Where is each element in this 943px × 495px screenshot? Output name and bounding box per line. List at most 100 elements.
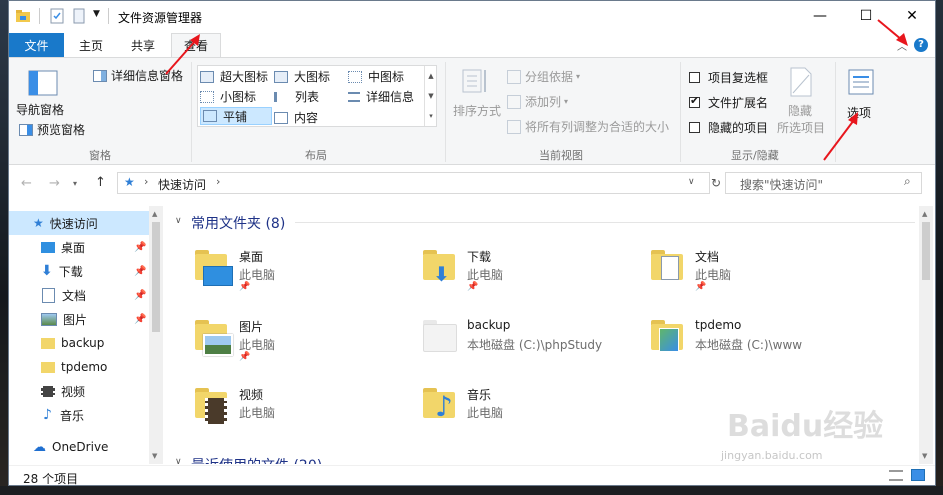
recent-locations-chevron-icon[interactable]: ▾ bbox=[73, 179, 77, 188]
layout-list[interactable]: 列表 bbox=[274, 88, 319, 105]
details-icon bbox=[348, 91, 360, 102]
list-icon bbox=[274, 91, 289, 102]
new-folder-icon[interactable] bbox=[71, 8, 87, 24]
layout-content[interactable]: 内容 bbox=[274, 109, 318, 126]
nav-item-label: 快速访问 bbox=[49, 216, 98, 231]
tab-home[interactable]: 主页 bbox=[67, 33, 115, 57]
nav-item-backup[interactable]: backup bbox=[9, 331, 149, 355]
scroll-down-icon[interactable]: ▼ bbox=[152, 452, 157, 460]
qat-customize-chevron-icon[interactable]: ▼ bbox=[93, 9, 100, 19]
nav-pane-button[interactable]: 导航窗格 bbox=[13, 62, 73, 120]
scroll-up-icon[interactable]: ▲ bbox=[152, 210, 157, 218]
sort-by-icon bbox=[462, 69, 486, 93]
preview-pane-button[interactable]: 预览窗格 bbox=[19, 121, 85, 138]
tab-file[interactable]: 文件 bbox=[9, 33, 64, 57]
nav-item-label: tpdemo bbox=[61, 360, 108, 374]
navigation-pane: ★ 快速访问 桌面 📌 ⬇ 下载 📌 文档 📌 图片 📌 backup tpde… bbox=[9, 206, 165, 464]
layout-details[interactable]: 详细信息 bbox=[348, 88, 414, 105]
nav-item-videos[interactable]: 视频 bbox=[9, 379, 149, 403]
search-input[interactable]: 搜索"快速访问" bbox=[740, 176, 823, 193]
download-arrow-icon: ⬇ bbox=[41, 263, 53, 279]
section2-title[interactable]: 最近使用的文件 (20) bbox=[191, 455, 322, 464]
folder-tile-desktop[interactable]: 桌面 此电脑 📌 bbox=[193, 246, 413, 308]
preview-pane-label: 预览窗格 bbox=[37, 123, 86, 137]
section-title[interactable]: 常用文件夹 (8) bbox=[191, 213, 285, 233]
pin-icon[interactable]: 📌 bbox=[134, 242, 146, 253]
content-scrollbar[interactable]: ▲ ▼ bbox=[919, 206, 933, 464]
nav-item-label: backup bbox=[61, 336, 105, 350]
fit-columns-button[interactable]: 将所有列调整为合适的大小 bbox=[507, 118, 669, 135]
item-checkbox-toggle[interactable]: 项目复选框 bbox=[689, 69, 768, 86]
nav-item-pictures[interactable]: 图片 📌 bbox=[9, 307, 149, 331]
folder-tile-videos[interactable]: 视频 此电脑 bbox=[193, 384, 413, 446]
nav-item-quick-access[interactable]: ★ 快速访问 bbox=[9, 211, 149, 235]
refresh-icon[interactable]: ↻ bbox=[711, 172, 725, 194]
details-view-icon[interactable] bbox=[889, 470, 903, 481]
folder-tile-backup[interactable]: backup 本地磁盘 (C:)\phpStudy bbox=[421, 316, 641, 378]
address-dropdown-chevron-icon[interactable]: ∨ bbox=[688, 177, 695, 187]
folder-tile-documents[interactable]: 文档 此电脑 📌 bbox=[649, 246, 869, 308]
back-arrow-icon[interactable]: ← bbox=[21, 176, 32, 191]
app-file-icon bbox=[659, 328, 679, 352]
file-extension-checkbox[interactable]: ✔ bbox=[689, 94, 700, 108]
section-collapse-chevron-icon[interactable]: ∨ bbox=[175, 216, 182, 226]
layout-item-label: 大图标 bbox=[294, 70, 331, 84]
nav-item-downloads[interactable]: ⬇ 下载 📌 bbox=[9, 259, 149, 283]
music-note-icon: ♪ bbox=[43, 407, 52, 423]
folder-tile-music[interactable]: ♪ 音乐 此电脑 bbox=[421, 384, 641, 446]
nav-item-desktop[interactable]: 桌面 📌 bbox=[9, 235, 149, 259]
section-divider bbox=[295, 222, 915, 223]
layout-medium-icons[interactable]: 中图标 bbox=[348, 68, 404, 85]
address-bar[interactable]: ★ › 快速访问 › ∨ bbox=[117, 172, 710, 194]
nav-item-label: OneDrive bbox=[52, 440, 109, 454]
layout-gallery-scroll[interactable]: ▲ ▼ ▾ bbox=[424, 66, 437, 126]
pin-icon[interactable]: 📌 bbox=[134, 290, 146, 301]
forward-arrow-icon[interactable]: → bbox=[49, 176, 60, 191]
nav-scroll-thumb[interactable] bbox=[152, 222, 160, 332]
folder-name: 视频 bbox=[239, 388, 264, 402]
large-icons-view-icon[interactable] bbox=[911, 469, 925, 481]
section2-collapse-chevron-icon[interactable]: ∨ bbox=[175, 457, 182, 464]
layout-small-icons[interactable]: 小图标 bbox=[200, 88, 256, 105]
folder-icon bbox=[41, 337, 55, 349]
content-scroll-thumb[interactable] bbox=[922, 222, 930, 280]
search-box[interactable]: 搜索"快速访问" ⌕ bbox=[725, 172, 922, 194]
add-column-button[interactable]: 添加列 ▾ bbox=[507, 93, 568, 110]
file-extension-label: 文件扩展名 bbox=[708, 96, 769, 110]
folder-tile-downloads[interactable]: ⬇ 下载 此电脑 📌 bbox=[421, 246, 641, 308]
layout-item-label: 超大图标 bbox=[220, 70, 269, 84]
nav-item-documents[interactable]: 文档 📌 bbox=[9, 283, 149, 307]
up-arrow-icon[interactable]: ↑ bbox=[95, 175, 106, 190]
layout-item-label: 内容 bbox=[294, 111, 319, 125]
nav-item-label: 音乐 bbox=[59, 408, 84, 423]
layout-large-icons[interactable]: 大图标 bbox=[274, 68, 330, 85]
layout-extra-large-icons[interactable]: 超大图标 bbox=[200, 68, 268, 85]
fit-columns-icon bbox=[507, 119, 521, 134]
item-checkbox-checkbox[interactable] bbox=[689, 72, 700, 83]
hidden-items-checkbox[interactable] bbox=[689, 122, 700, 133]
layout-tiles[interactable]: 平铺 bbox=[200, 107, 272, 125]
folder-location: 此电脑 bbox=[467, 268, 504, 282]
search-icon[interactable]: ⌕ bbox=[904, 174, 911, 189]
help-icon[interactable]: ? bbox=[914, 38, 928, 52]
scroll-down-icon[interactable]: ▼ bbox=[922, 452, 927, 460]
nav-item-onedrive[interactable]: ☁ OneDrive bbox=[9, 435, 149, 459]
folder-tile-tpdemo[interactable]: tpdemo 本地磁盘 (C:)\www bbox=[649, 316, 869, 378]
breadcrumb-quick-access[interactable]: 快速访问 bbox=[158, 176, 206, 193]
sort-by-button[interactable]: 排序方式 bbox=[451, 64, 501, 122]
scroll-up-icon[interactable]: ▲ bbox=[922, 210, 927, 218]
file-extension-toggle[interactable]: ✔ 文件扩展名 bbox=[689, 94, 768, 111]
pin-icon[interactable]: 📌 bbox=[134, 266, 146, 277]
group-by-button[interactable]: 分组依据 ▾ bbox=[507, 68, 580, 85]
minimize-button[interactable]: — bbox=[797, 1, 843, 31]
pin-icon[interactable]: 📌 bbox=[134, 314, 146, 325]
nav-item-tpdemo[interactable]: tpdemo bbox=[9, 355, 149, 379]
properties-icon[interactable] bbox=[49, 8, 65, 24]
folder-tile-pictures[interactable]: 图片 此电脑 📌 bbox=[193, 316, 413, 378]
nav-scrollbar[interactable]: ▲ ▼ bbox=[149, 206, 163, 464]
nav-item-music[interactable]: ♪ 音乐 bbox=[9, 403, 149, 427]
group-label-layout: 布局 bbox=[305, 149, 327, 162]
nav-item-label: 视频 bbox=[61, 384, 86, 399]
folder-icon bbox=[41, 361, 55, 373]
hidden-items-toggle[interactable]: 隐藏的项目 bbox=[689, 119, 768, 136]
